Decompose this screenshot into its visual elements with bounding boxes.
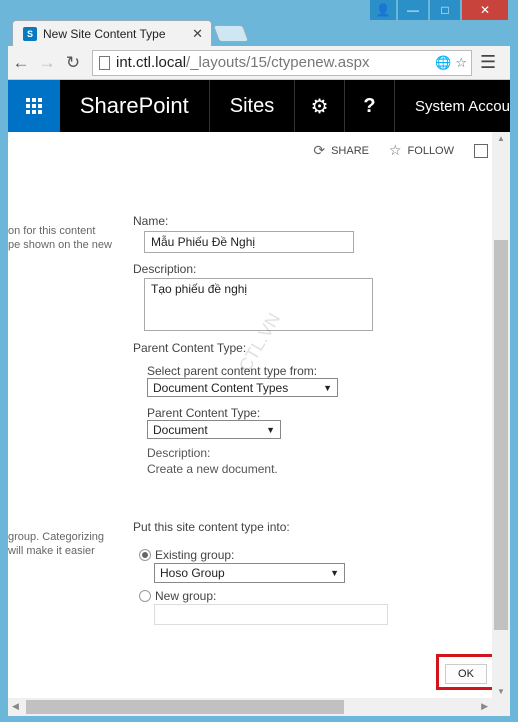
page-content: ⟳ SHARE ☆ FOLLOW on for this content pe … — [8, 132, 492, 698]
share-action[interactable]: ⟳ SHARE — [313, 142, 369, 159]
user-icon[interactable]: 👤 — [370, 0, 396, 20]
horizontal-scroll-thumb[interactable] — [26, 700, 344, 714]
follow-label: FOLLOW — [407, 144, 454, 157]
scroll-up-icon[interactable]: ▲ — [497, 134, 505, 143]
url-path: /_layouts/15/ctypenew.aspx — [186, 54, 370, 71]
sharepoint-brand[interactable]: SharePoint — [60, 80, 210, 132]
address-bar[interactable]: int.ctl.local /_layouts/15/ctypenew.aspx… — [92, 49, 472, 76]
app-launcher-button[interactable] — [8, 80, 60, 132]
existing-group-select[interactable]: Hoso Group ▼ — [154, 563, 345, 583]
forward-arrow-icon[interactable]: → — [34, 53, 60, 73]
existing-group-radio[interactable] — [139, 549, 151, 561]
dropdown-arrow-icon: ▼ — [323, 382, 332, 393]
tab-title: New Site Content Type — [43, 26, 166, 41]
parent-content-type-label: Parent Content Type: — [133, 341, 247, 355]
waffle-icon — [25, 98, 42, 114]
parent-desc-label: Description: — [147, 446, 211, 460]
dropdown-arrow-icon: ▼ — [266, 424, 275, 435]
parent-type-select[interactable]: Document ▼ — [147, 420, 281, 439]
new-group-field[interactable] — [154, 604, 388, 625]
sites-link[interactable]: Sites — [210, 80, 296, 132]
gear-icon[interactable]: ⚙ — [295, 80, 346, 132]
scroll-left-icon[interactable]: ◀ — [12, 701, 19, 712]
help-icon[interactable]: ? — [345, 80, 395, 132]
select-from-label: Select parent content type from: — [147, 364, 318, 378]
vertical-scrollbar[interactable]: ▲ ▼ — [492, 132, 510, 698]
page-icon — [99, 55, 110, 70]
new-group-radio[interactable] — [139, 590, 151, 602]
url-host: int.ctl.local — [116, 54, 187, 71]
parent-desc-value: Create a new document. — [147, 462, 278, 476]
vertical-scroll-thumb[interactable] — [494, 240, 508, 630]
window-controls: 👤 — □ ✕ — [370, 0, 508, 20]
browser-menu-icon[interactable]: ☰ — [480, 52, 496, 73]
new-group-label: New group: — [155, 589, 217, 603]
horizontal-scrollbar[interactable]: ◀ ▶ — [8, 698, 510, 716]
name-field[interactable]: Mẫu Phiếu Đề Nghị — [144, 231, 354, 253]
minimize-button[interactable]: — — [398, 0, 428, 20]
put-into-label: Put this site content type into: — [133, 520, 290, 534]
ok-button[interactable]: OK — [445, 664, 487, 684]
follow-action[interactable]: ☆ FOLLOW — [389, 142, 454, 159]
scroll-right-icon[interactable]: ▶ — [481, 701, 488, 712]
maximize-button[interactable]: □ — [430, 0, 460, 20]
tab-close-icon[interactable]: ✕ — [192, 26, 203, 42]
account-menu[interactable]: System Accou — [395, 98, 510, 115]
existing-group-label: Existing group: — [155, 548, 235, 562]
name-label: Name: — [133, 214, 169, 228]
star-icon: ☆ — [388, 142, 402, 158]
back-arrow-icon[interactable]: ← — [8, 53, 34, 73]
new-tab-button[interactable] — [212, 25, 250, 42]
section-description: on for this content pe shown on the new — [8, 225, 112, 251]
share-icon: ⟳ — [313, 142, 326, 158]
close-window-button[interactable]: ✕ — [462, 0, 508, 20]
focus-mode-icon[interactable] — [474, 143, 488, 158]
sharepoint-suite-bar: SharePoint Sites ⚙ ? System Accou — [8, 80, 510, 132]
dropdown-arrow-icon: ▼ — [330, 568, 339, 578]
group-description: group. Categorizing will make it easier — [8, 531, 105, 557]
sharepoint-favicon-icon: S — [23, 26, 37, 41]
scroll-down-icon[interactable]: ▼ — [497, 687, 505, 696]
parent-group-select[interactable]: Document Content Types ▼ — [147, 378, 338, 397]
browser-toolbar: ← → ↻ int.ctl.local /_layouts/15/ctypene… — [8, 46, 510, 80]
browser-tab[interactable]: S New Site Content Type ✕ — [12, 20, 212, 46]
browser-window: 👤 — □ ✕ S New Site Content Type ✕ ← → ↻ … — [0, 0, 518, 722]
page-actions: ⟳ SHARE ☆ FOLLOW — [313, 142, 492, 159]
ok-highlight: OK — [436, 654, 492, 690]
parent-type-sub-label: Parent Content Type: — [147, 406, 261, 420]
translate-icon[interactable]: 🌐 — [435, 55, 451, 71]
bookmark-star-icon[interactable]: ☆ — [455, 55, 467, 71]
share-label: SHARE — [331, 144, 369, 157]
description-label: Description: — [133, 262, 197, 276]
reload-icon[interactable]: ↻ — [60, 53, 86, 73]
